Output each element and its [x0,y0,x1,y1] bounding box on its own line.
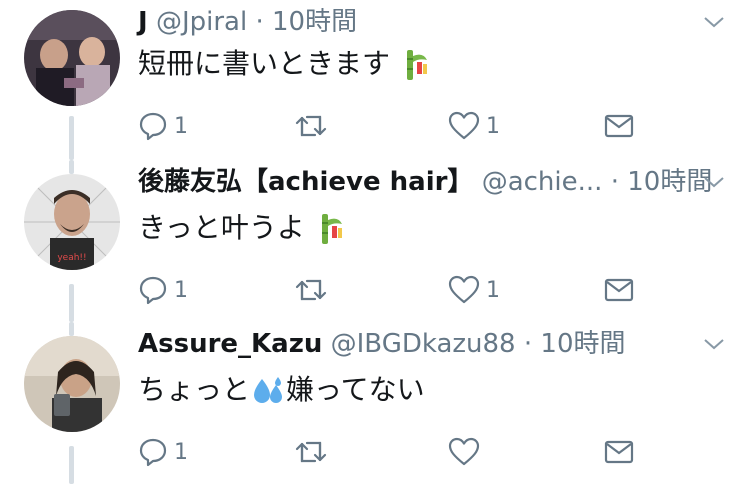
tanabata-tree-icon [321,214,342,244]
separator: · [523,329,533,359]
thread-line [69,446,74,484]
share-button[interactable] [604,108,634,144]
reply-button[interactable]: 1 [138,272,188,308]
reply-count: 1 [174,439,188,465]
reply-icon [139,112,167,141]
retweet-icon [295,279,327,301]
display-name[interactable]: J [138,7,148,37]
tweet-text-after: 嫌ってない [286,373,425,406]
share-button[interactable] [604,434,634,470]
tweet-actions: 1 [138,434,638,470]
separator: · [255,7,264,37]
tweet-header: J @Jpiral · 10時間 [138,6,690,38]
tweet-text: 短冊に書いときます [138,46,431,82]
tweet-3[interactable]: Assure_Kazu @IBGDkazu88 · 10時間 ちょっと 嫌ってな… [0,322,750,484]
tweet-text-body: きっと叶うよ [138,211,305,244]
tanabata-tree-icon [406,50,427,80]
tweet-header: Assure_Kazu @IBGDkazu88 · 10時間 [138,328,690,360]
like-button[interactable] [448,434,486,470]
timestamp[interactable]: 10時間 [540,329,625,359]
display-name[interactable]: Assure_Kazu [138,329,322,359]
tweet-text: ちょっと 嫌ってない [138,372,425,408]
heart-icon [448,437,480,466]
chevron-down-icon[interactable] [702,10,726,34]
like-button[interactable]: 1 [448,108,500,144]
tweet-2[interactable]: yeah!! 後藤友弘【achieve hair】 @achie... · 10… [0,160,750,322]
tweet-actions: 1 1 [138,272,638,308]
chevron-down-icon[interactable] [702,170,726,194]
thread-line [69,322,74,336]
reply-count: 1 [174,113,188,139]
sweat-droplets-icon [254,377,283,403]
retweet-button[interactable] [293,272,335,308]
envelope-icon [604,440,634,464]
like-count: 1 [486,277,500,303]
user-handle[interactable]: @IBGDkazu88 [331,329,516,359]
retweet-button[interactable] [293,108,335,144]
tweet-header: 後藤友弘【achieve hair】 @achie... · 10時間 [138,166,712,198]
retweet-icon [295,115,327,137]
separator: · [610,167,619,197]
tweet-text-before: ちょっと [138,373,251,406]
user-handle[interactable]: @Jpiral [156,7,247,37]
chevron-down-icon[interactable] [702,332,726,356]
timestamp[interactable]: 10時間 [627,167,712,197]
heart-icon [448,111,480,140]
reply-button[interactable]: 1 [138,434,188,470]
avatar-photo-icon [24,10,120,106]
envelope-icon [604,114,634,138]
tweet-actions: 1 1 [138,108,638,144]
avatar[interactable] [24,10,120,106]
heart-icon [448,275,480,304]
thread-line [69,284,74,322]
share-button[interactable] [604,272,634,308]
avatar[interactable] [24,336,120,432]
avatar-photo-icon [24,336,120,432]
tweet-text-body: 短冊に書いときます [138,47,391,80]
reply-icon [139,276,167,305]
svg-text:yeah!!: yeah!! [57,253,86,263]
like-button[interactable]: 1 [448,272,500,308]
thread-line [69,160,74,174]
thread-line [69,116,74,160]
display-name[interactable]: 後藤友弘【achieve hair】 [138,167,473,197]
like-count: 1 [486,113,500,139]
avatar-photo-icon: yeah!! [24,174,120,270]
retweet-icon [295,441,327,463]
timestamp[interactable]: 10時間 [272,7,357,37]
tweet-text: きっと叶うよ [138,210,346,246]
user-handle[interactable]: @achie... [482,167,603,197]
tweet-1[interactable]: J @Jpiral · 10時間 短冊に書いときます 1 1 [0,0,750,160]
envelope-icon [604,278,634,302]
reply-count: 1 [174,277,188,303]
reply-button[interactable]: 1 [138,108,188,144]
avatar[interactable]: yeah!! [24,174,120,270]
reply-icon [139,438,167,467]
retweet-button[interactable] [293,434,335,470]
